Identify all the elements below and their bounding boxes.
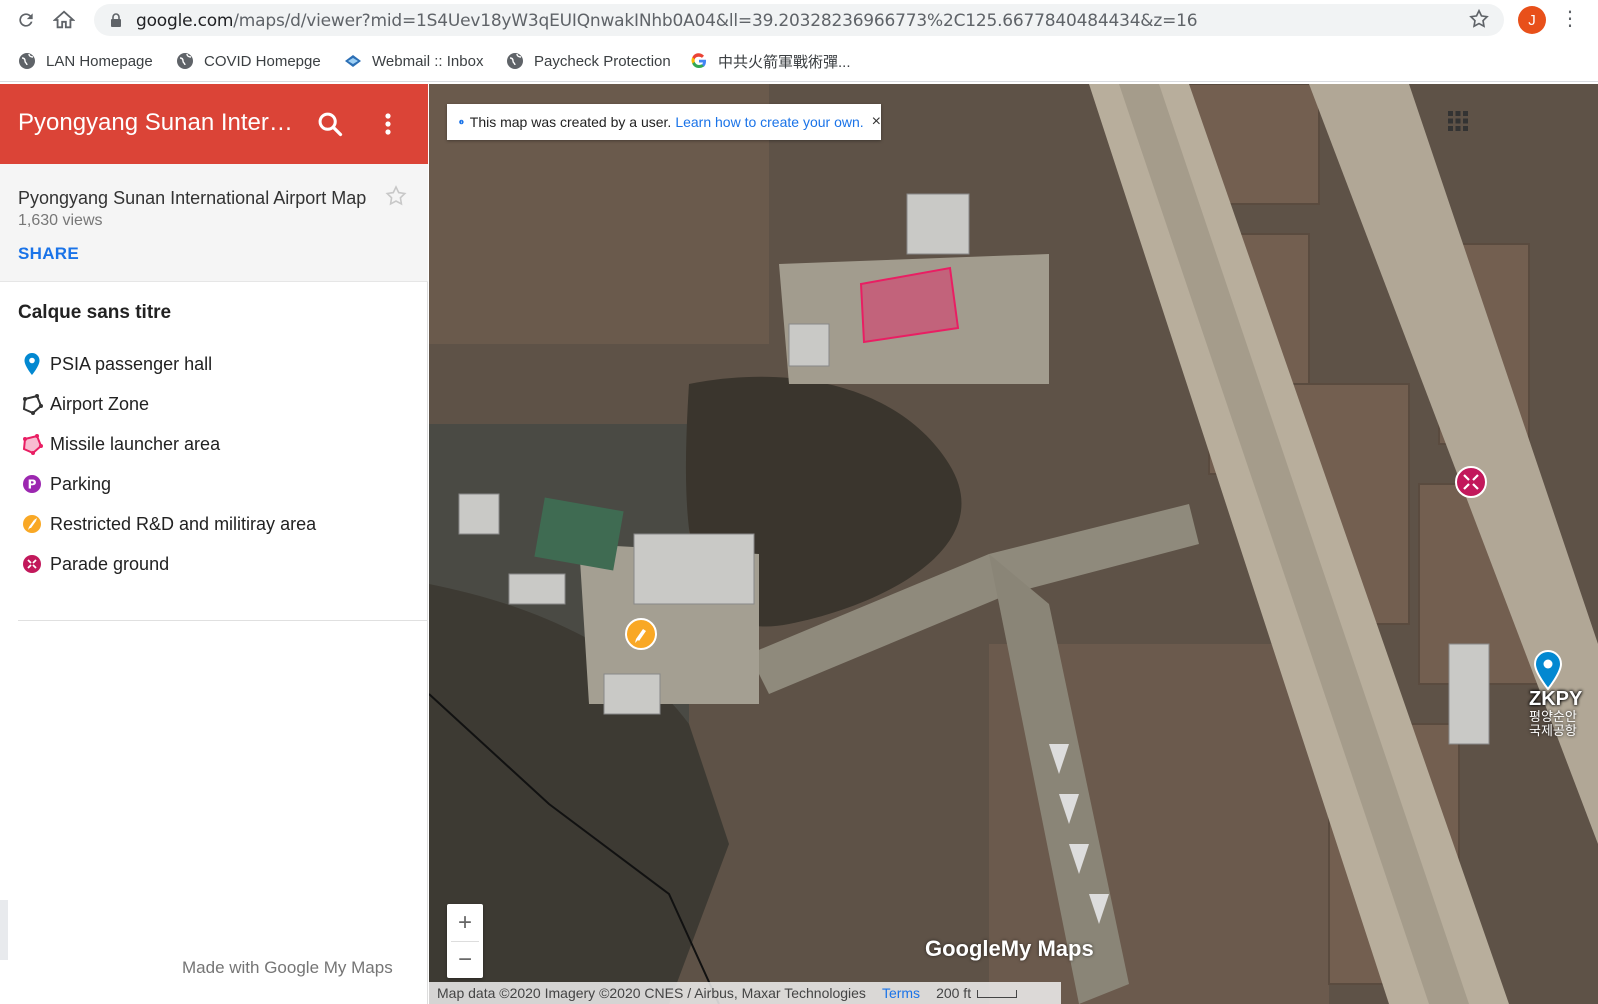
home-icon[interactable] <box>52 8 76 32</box>
globe-icon <box>507 53 523 69</box>
zoom-out-button[interactable]: − <box>447 941 483 978</box>
browser-menu-icon[interactable]: ⋮ <box>1560 8 1580 32</box>
restricted-area-marker[interactable] <box>625 618 657 650</box>
svg-text:P: P <box>28 478 37 492</box>
favorite-star-icon[interactable] <box>384 184 408 208</box>
legend-item-airport-zone[interactable]: Airport Zone <box>20 390 149 418</box>
parking-icon: P <box>20 472 44 496</box>
info-icon <box>459 119 464 125</box>
bookmark-star-icon[interactable] <box>1468 8 1492 32</box>
bookmark-chinese-article[interactable]: 中共火箭軍戰術彈... <box>690 49 851 73</box>
user-map-notice: This map was created by a user. Learn ho… <box>447 104 881 140</box>
learn-more-link[interactable]: Learn how to create your own. <box>675 114 863 130</box>
legend-item-passenger-hall[interactable]: PSIA passenger hall <box>20 350 212 378</box>
rocket-icon <box>20 512 44 536</box>
bookmark-webmail[interactable]: Webmail :: Inbox <box>344 49 483 73</box>
bookmark-lan-homepage[interactable]: LAN Homepage <box>18 49 153 73</box>
pink-polygon-icon <box>20 432 44 456</box>
map-name: Pyongyang Sunan International Airport Ma… <box>18 188 367 208</box>
reload-icon[interactable] <box>14 8 38 32</box>
bookmark-covid-homepage[interactable]: COVID Homepge <box>176 49 321 73</box>
bookmarks-bar: LAN Homepage COVID Homepge Webmail :: In… <box>0 40 1598 82</box>
parade-icon <box>20 552 44 576</box>
zoom-in-button[interactable]: + <box>447 904 483 941</box>
bookmark-paycheck-protection[interactable]: Paycheck Protection <box>506 49 671 73</box>
address-bar[interactable]: google.com/maps/d/viewer?mid=1S4Uev18yW3… <box>94 4 1504 36</box>
webmail-icon <box>345 55 361 67</box>
divider <box>18 620 428 621</box>
lock-icon <box>111 13 121 27</box>
terms-link[interactable]: Terms <box>882 985 920 1001</box>
polygon-outline-icon <box>20 392 44 416</box>
map-sidebar: Pyongyang Sunan International Airport Ma… <box>0 84 428 1004</box>
airport-korean-label: 평양순안 국제공항 <box>1529 709 1577 738</box>
layer-title: Calque sans titre <box>18 302 172 323</box>
zoom-control: + − <box>447 904 483 978</box>
legend-item-parking[interactable]: P Parking <box>20 470 111 498</box>
sidebar-header: Pyongyang Sunan International Airport Ma… <box>0 84 428 164</box>
view-count: 1,630 views <box>18 212 103 229</box>
page-title: Pyongyang Sunan International Airport Ma… <box>18 109 298 136</box>
airport-code-label: ZKPY <box>1529 688 1583 710</box>
satellite-imagery <box>429 84 1598 1004</box>
blue-pin-icon <box>20 352 44 376</box>
url-text: google.com/maps/d/viewer?mid=1S4Uev18yW3… <box>136 11 1198 31</box>
legend-item-parade-ground[interactable]: Parade ground <box>20 550 169 578</box>
globe-icon <box>19 53 35 69</box>
search-icon[interactable] <box>316 110 344 138</box>
satellite-map[interactable]: ZKPY 평양순안 국제공항 This map was created by a … <box>429 84 1598 1004</box>
map-attribution: Map data ©2020 Imagery ©2020 CNES / Airb… <box>429 982 1061 1004</box>
apps-grid-icon[interactable] <box>1447 110 1469 132</box>
legend-item-missile-launcher[interactable]: Missile launcher area <box>20 430 220 458</box>
google-g-icon <box>691 53 706 69</box>
globe-icon <box>177 53 193 69</box>
scale-bar <box>977 990 1018 998</box>
browser-toolbar: google.com/maps/d/viewer?mid=1S4Uev18yW3… <box>0 0 1598 40</box>
close-icon[interactable]: × <box>872 113 881 131</box>
share-button[interactable]: SHARE <box>18 244 79 264</box>
made-with-credit[interactable]: Made with Google My Maps <box>182 958 393 978</box>
parade-ground-marker[interactable] <box>1455 466 1487 498</box>
profile-avatar[interactable]: J <box>1518 6 1546 34</box>
panel-collapse-handle[interactable] <box>0 900 8 960</box>
passenger-hall-marker[interactable] <box>1533 650 1563 690</box>
more-options-icon[interactable] <box>376 110 400 138</box>
legend-item-restricted-area[interactable]: Restricted R&D and militiray area <box>20 510 316 538</box>
scale-label[interactable]: 200 ft <box>936 985 971 1001</box>
google-my-maps-logo: GoogleMy Maps <box>925 936 1094 961</box>
